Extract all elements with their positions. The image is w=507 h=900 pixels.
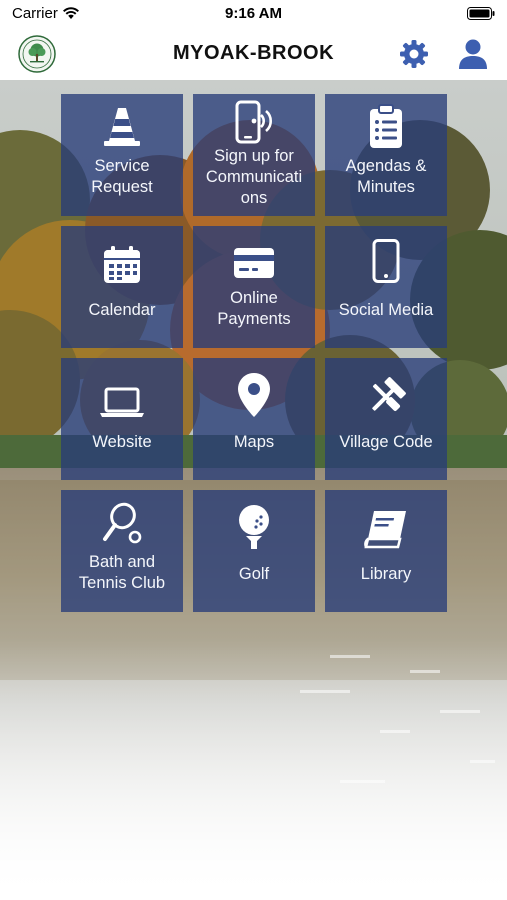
tile-label: Service Request xyxy=(91,157,153,196)
tile-social-media[interactable]: Social Media xyxy=(325,226,447,348)
tennis-racket-icon xyxy=(103,502,142,544)
tile-label: Online Payments xyxy=(217,289,291,328)
tile-service-request[interactable]: Service Request xyxy=(61,94,183,216)
tile-sign-up-communications[interactable]: Sign up for Communicati ons xyxy=(193,94,315,216)
tile-village-code[interactable]: Village Code xyxy=(325,358,447,480)
book-icon xyxy=(364,511,406,549)
tile-golf[interactable]: Golf xyxy=(193,490,315,612)
app-title: MYOAK-BROOK xyxy=(172,42,335,64)
tile-grid: Service Request Sign up for Communicati … xyxy=(61,94,447,612)
tile-library[interactable]: Library xyxy=(325,490,447,612)
tile-calendar[interactable]: Calendar xyxy=(61,226,183,348)
clipboard-icon xyxy=(370,104,402,148)
map-pin-icon xyxy=(238,373,270,417)
tile-label: Maps xyxy=(233,433,275,451)
golf-ball-icon xyxy=(239,505,269,549)
traffic-cone-icon xyxy=(104,108,140,146)
laptop-icon xyxy=(100,387,144,417)
status-time: 9:16 AM xyxy=(225,5,282,22)
phone-signal-icon xyxy=(235,100,272,144)
tile-label: Website xyxy=(92,433,152,451)
tile-label: Golf xyxy=(238,565,270,583)
mobile-phone-icon xyxy=(372,239,400,283)
settings-gear-icon[interactable] xyxy=(398,38,430,70)
tile-agendas-minutes[interactable]: Agendas & Minutes xyxy=(325,94,447,216)
battery-icon xyxy=(467,7,495,20)
tile-maps[interactable]: Maps xyxy=(193,358,315,480)
tile-label: Library xyxy=(360,565,412,583)
tile-label: Sign up for Communicati ons xyxy=(205,147,303,207)
calendar-icon xyxy=(104,246,140,283)
nav-bar: MYOAK-BROOK xyxy=(0,28,507,80)
tile-label: Calendar xyxy=(88,301,156,319)
tile-online-payments[interactable]: Online Payments xyxy=(193,226,315,348)
tile-label: Agendas & Minutes xyxy=(345,157,427,196)
status-bar: Carrier 9:16 AM xyxy=(0,0,507,28)
tile-label: Social Media xyxy=(338,301,434,319)
tile-label: Village Code xyxy=(339,433,433,451)
profile-user-icon[interactable] xyxy=(456,37,490,71)
tile-bath-tennis-club[interactable]: Bath and Tennis Club xyxy=(61,490,183,612)
tile-label: Bath and Tennis Club xyxy=(78,553,166,592)
credit-card-icon xyxy=(234,248,274,278)
tile-website[interactable]: Website xyxy=(61,358,183,480)
tools-icon xyxy=(372,377,406,412)
